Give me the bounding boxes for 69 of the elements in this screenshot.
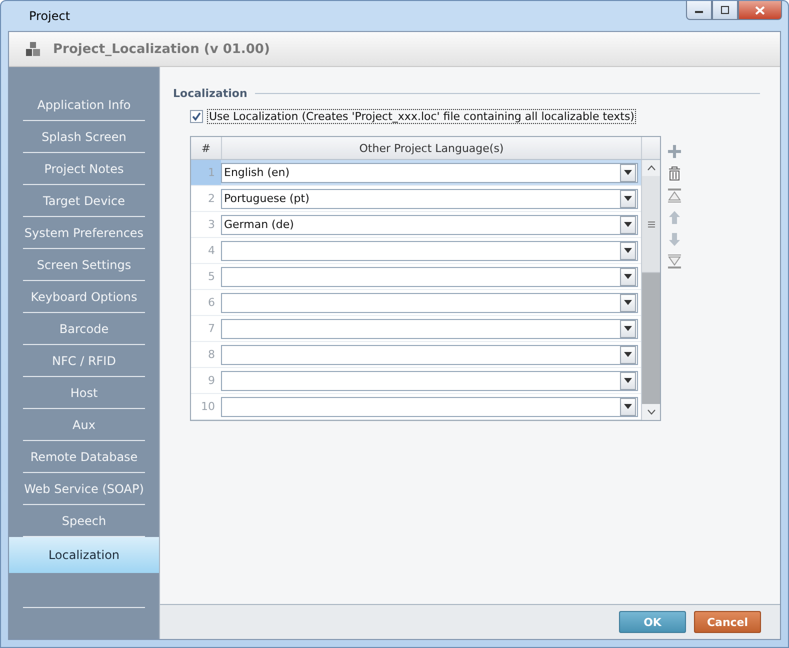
language-dropdown[interactable] xyxy=(221,318,638,338)
scrollbar[interactable] xyxy=(641,160,660,420)
row-number: 6 xyxy=(207,295,216,311)
project-title: Project_Localization (v 01.00) xyxy=(53,42,270,56)
move-to-top-icon[interactable] xyxy=(667,188,682,203)
blocks-icon xyxy=(25,41,41,57)
row-number: 3 xyxy=(207,217,216,233)
maximize-button[interactable] xyxy=(712,1,738,20)
language-dropdown[interactable] xyxy=(221,240,638,260)
close-button[interactable] xyxy=(738,1,782,20)
language-dropdown[interactable]: German (de) xyxy=(221,214,638,234)
sidebar-item[interactable]: Screen Settings xyxy=(23,249,145,281)
arrow-down-icon[interactable] xyxy=(667,232,682,247)
maximize-icon xyxy=(720,6,730,14)
table-row[interactable]: 4 xyxy=(191,238,641,264)
table-row[interactable]: 1 English (en) xyxy=(191,160,641,186)
sidebar-item[interactable]: Web Service (SOAP) xyxy=(23,473,145,505)
language-dropdown[interactable] xyxy=(221,266,638,286)
row-number: 8 xyxy=(207,347,216,363)
cancel-button[interactable]: Cancel xyxy=(694,611,761,633)
row-number: 2 xyxy=(207,191,216,207)
sidebar-item[interactable]: Localization xyxy=(9,537,159,573)
close-icon xyxy=(755,6,765,14)
grip-icon xyxy=(648,220,654,228)
table-row[interactable]: 7 xyxy=(191,316,641,342)
scroll-up-icon[interactable] xyxy=(646,165,656,171)
sidebar-item[interactable]: Keyboard Options xyxy=(23,281,145,313)
sidebar-item[interactable]: Barcode xyxy=(23,313,145,345)
table-row[interactable]: 9 xyxy=(191,368,641,394)
language-dropdown[interactable] xyxy=(221,370,638,390)
sidebar-item[interactable]: Host xyxy=(23,377,145,409)
language-dropdown[interactable] xyxy=(221,396,638,416)
table-row[interactable]: 2 Portuguese (pt) xyxy=(191,186,641,212)
sidebar-item[interactable]: Project Notes xyxy=(23,153,145,185)
table-row[interactable]: 10 xyxy=(191,394,641,420)
table-row[interactable]: 5 xyxy=(191,264,641,290)
section-title: Localization xyxy=(173,87,248,100)
table-row[interactable]: 6 xyxy=(191,290,641,316)
row-number: 7 xyxy=(207,321,216,337)
sidebar-item[interactable]: Target Device xyxy=(23,185,145,217)
sidebar-item[interactable]: Aux xyxy=(23,409,145,441)
language-dropdown[interactable]: English (en) xyxy=(221,162,638,182)
language-dropdown[interactable] xyxy=(221,292,638,312)
table-row[interactable]: 8 xyxy=(191,342,641,368)
column-header: Other Project Language(s) xyxy=(222,137,642,159)
row-number: 10 xyxy=(200,399,216,415)
row-number: 9 xyxy=(207,373,216,389)
scroll-down-icon[interactable] xyxy=(646,409,656,415)
row-number: 1 xyxy=(191,160,221,185)
column-header: # xyxy=(191,137,222,159)
checkbox[interactable] xyxy=(190,110,203,123)
ok-button[interactable]: OK xyxy=(619,611,686,633)
row-number: 5 xyxy=(207,269,216,285)
language-dropdown[interactable]: Portuguese (pt) xyxy=(221,188,638,208)
checkbox-label: Use Localization (Creates 'Project_xxx.loc' file containing all localizable texts) xyxy=(207,109,636,124)
window-title: Project xyxy=(29,9,70,23)
trash-icon[interactable] xyxy=(667,166,682,181)
table-row[interactable]: 3 German (de) xyxy=(191,212,641,238)
sidebar-item[interactable]: NFC / RFID xyxy=(23,345,145,377)
sidebar-item[interactable]: Splash Screen xyxy=(23,121,145,153)
row-number: 4 xyxy=(207,243,216,259)
language-dropdown[interactable] xyxy=(221,344,638,364)
minimize-button[interactable] xyxy=(686,1,712,20)
arrow-up-icon[interactable] xyxy=(667,210,682,225)
sidebar-item[interactable]: Application Info xyxy=(23,89,145,121)
add-icon[interactable] xyxy=(667,144,682,159)
sidebar-item[interactable]: Remote Database xyxy=(23,441,145,473)
move-to-bottom-icon[interactable] xyxy=(667,254,682,269)
sidebar-item[interactable]: System Preferences xyxy=(23,217,145,249)
